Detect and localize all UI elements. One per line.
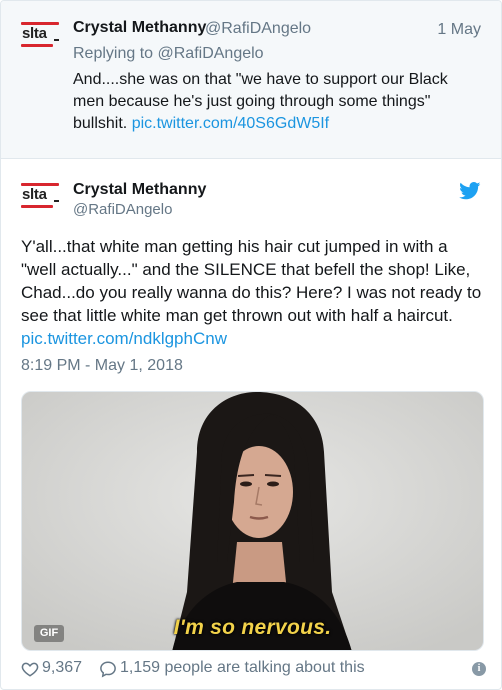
avatar-bottom-bar <box>21 44 53 47</box>
replying-to: Replying to @RafiDAngelo <box>73 45 264 63</box>
heart-icon[interactable] <box>21 660 39 678</box>
avatar-bottom-bar <box>21 205 53 208</box>
gif-media[interactable]: GIF I'm so nervous. <box>21 391 484 651</box>
avatar-text: slta <box>22 25 47 42</box>
media-link[interactable]: pic.twitter.com/40S6GdW5If <box>132 115 329 132</box>
tweet-footer: 9,367 1,159 people are talking about thi… <box>21 659 486 681</box>
author-name[interactable]: Crystal Methanny <box>73 19 206 37</box>
embedded-tweet-card: slta Crystal Methanny @RafiDAngelo 1 May… <box>0 0 502 690</box>
parent-tweet[interactable]: slta Crystal Methanny @RafiDAngelo 1 May… <box>1 1 501 159</box>
talking-count[interactable]: 1,159 people are talking about this <box>120 659 365 677</box>
author-name[interactable]: Crystal Methanny <box>73 181 206 199</box>
replying-to-label: Replying to <box>73 45 154 62</box>
tweet-timestamp[interactable]: 8:19 PM - May 1, 2018 <box>21 357 183 375</box>
tweet-text: Y'all...that white man getting his hair … <box>21 235 486 350</box>
avatar[interactable]: slta <box>21 22 59 47</box>
reply-bubble-icon[interactable] <box>99 660 117 678</box>
info-icon[interactable]: i <box>472 662 486 676</box>
tweet-body: Y'all...that white man getting his hair … <box>21 237 482 325</box>
avatar[interactable]: slta <box>21 183 59 208</box>
author-handle[interactable]: @RafiDAngelo <box>205 20 311 38</box>
twitter-bird-icon[interactable] <box>459 182 481 200</box>
media-link[interactable]: pic.twitter.com/ndklgphCnw <box>21 329 227 348</box>
avatar-dash <box>54 200 59 202</box>
gif-caption: I'm so nervous. <box>173 616 332 639</box>
like-count[interactable]: 9,367 <box>42 659 82 677</box>
tweet-text: And....she was on that "we have to suppo… <box>73 69 483 135</box>
author-handle[interactable]: @RafiDAngelo <box>73 201 172 218</box>
avatar-dash <box>54 39 59 41</box>
tweet-date[interactable]: 1 May <box>437 21 481 39</box>
avatar-text: slta <box>22 186 47 203</box>
gif-frame-image <box>22 392 483 650</box>
replying-to-handle[interactable]: @RafiDAngelo <box>158 45 264 62</box>
